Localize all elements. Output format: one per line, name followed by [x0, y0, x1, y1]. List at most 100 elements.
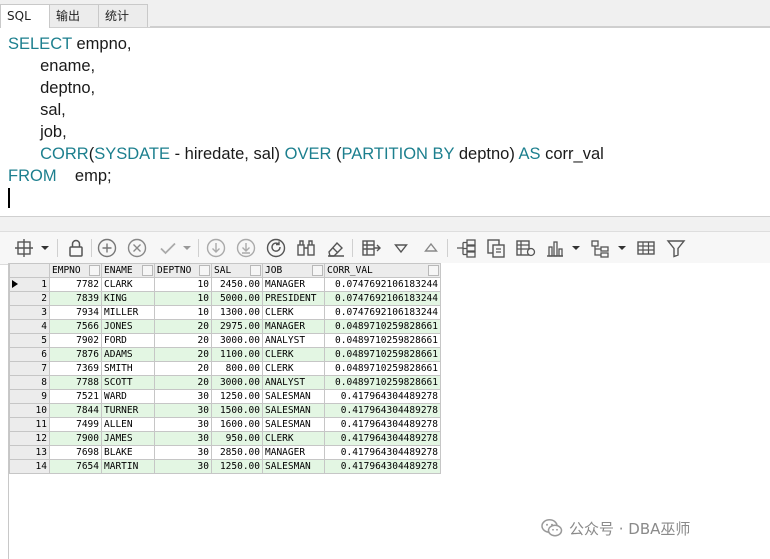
fetch-next-icon[interactable] — [204, 236, 228, 260]
table-row[interactable]: 14 7654 MARTIN 30 1250.00 SALESMAN 0.417964304… — [9, 459, 441, 474]
cell-corr-val[interactable]: 0.0747692106183244 — [324, 305, 441, 320]
filter-icon[interactable] — [664, 236, 688, 260]
clear-icon[interactable] — [324, 236, 348, 260]
row-number[interactable]: 1 — [9, 277, 50, 292]
row-number[interactable]: 13 — [9, 445, 50, 460]
cell-ename[interactable]: CLARK — [101, 277, 155, 292]
sort-asc-icon[interactable] — [419, 236, 443, 260]
table-row[interactable]: 8 7788 SCOTT 20 3000.00 ANALYST 0.048971025982… — [9, 375, 441, 390]
cell-job[interactable]: MANAGER — [262, 277, 325, 292]
cell-deptno[interactable]: 20 — [154, 333, 212, 348]
cell-sal[interactable]: 1250.00 — [211, 459, 263, 474]
cell-corr-val[interactable]: 0.0489710259828661 — [324, 375, 441, 390]
add-record-icon[interactable] — [95, 236, 119, 260]
column-filter-button[interactable] — [428, 265, 439, 276]
fetch-last-icon[interactable] — [234, 236, 258, 260]
sql-editor[interactable]: SELECT empno, ename, deptno, sal, job, C… — [0, 28, 770, 217]
table-row[interactable]: 3 7934 MILLER 10 1300.00 CLERK 0.0747692106183… — [9, 305, 441, 320]
row-number[interactable]: 9 — [9, 389, 50, 404]
cell-job[interactable]: CLERK — [262, 431, 325, 446]
cell-empno[interactable]: 7839 — [49, 291, 102, 306]
tab-statistics[interactable]: 统计 — [98, 4, 148, 27]
cell-corr-val[interactable]: 0.417964304489278 — [324, 403, 441, 418]
cell-sal[interactable]: 1600.00 — [211, 417, 263, 432]
cell-deptno[interactable]: 20 — [154, 319, 212, 334]
row-number[interactable]: 2 — [9, 291, 50, 306]
cell-sal[interactable]: 1300.00 — [211, 305, 263, 320]
cell-job[interactable]: ANALYST — [262, 333, 325, 348]
cell-deptno[interactable]: 20 — [154, 361, 212, 376]
chevron-down-icon[interactable] — [571, 237, 581, 259]
cell-empno[interactable]: 7566 — [49, 319, 102, 334]
cell-sal[interactable]: 2850.00 — [211, 445, 263, 460]
table-row[interactable]: 2 7839 KING 10 5000.00 PRESIDENT 0.07476921061… — [9, 291, 441, 306]
cell-empno[interactable]: 7844 — [49, 403, 102, 418]
cell-empno[interactable]: 7654 — [49, 459, 102, 474]
row-number[interactable]: 11 — [9, 417, 50, 432]
cell-deptno[interactable]: 30 — [154, 459, 212, 474]
group-icon[interactable] — [588, 236, 612, 260]
cell-deptno[interactable]: 10 — [154, 305, 212, 320]
cell-empno[interactable]: 7782 — [49, 277, 102, 292]
cell-empno[interactable]: 7876 — [49, 347, 102, 362]
copy-icon[interactable] — [484, 236, 508, 260]
cell-corr-val[interactable]: 0.0489710259828661 — [324, 347, 441, 362]
cell-sal[interactable]: 950.00 — [211, 431, 263, 446]
cell-job[interactable]: SALESMAN — [262, 417, 325, 432]
row-number[interactable]: 12 — [9, 431, 50, 446]
cell-deptno[interactable]: 30 — [154, 417, 212, 432]
column-filter-button[interactable] — [199, 265, 210, 276]
cell-corr-val[interactable]: 0.417964304489278 — [324, 459, 441, 474]
cell-empno[interactable]: 7499 — [49, 417, 102, 432]
cell-sal[interactable]: 3000.00 — [211, 333, 263, 348]
cell-job[interactable]: SALESMAN — [262, 459, 325, 474]
cell-deptno[interactable]: 30 — [154, 445, 212, 460]
cell-sal[interactable]: 1100.00 — [211, 347, 263, 362]
cell-ename[interactable]: ADAMS — [101, 347, 155, 362]
table-row[interactable]: 12 7900 JAMES 30 950.00 CLERK 0.41796430448927… — [9, 431, 441, 446]
tree-icon[interactable] — [454, 236, 478, 260]
column-filter-button[interactable] — [89, 265, 100, 276]
table-row[interactable]: 1 7782 CLARK 10 2450.00 MANAGER 0.074769210618… — [9, 277, 441, 292]
cell-job[interactable]: PRESIDENT — [262, 291, 325, 306]
post-edit-icon[interactable] — [156, 236, 180, 260]
cell-corr-val[interactable]: 0.0489710259828661 — [324, 361, 441, 376]
cell-ename[interactable]: SCOTT — [101, 375, 155, 390]
cell-corr-val[interactable]: 0.417964304489278 — [324, 445, 441, 460]
cell-empno[interactable]: 7934 — [49, 305, 102, 320]
cell-corr-val[interactable]: 0.0747692106183244 — [324, 277, 441, 292]
row-number[interactable]: 5 — [9, 333, 50, 348]
table-view-icon[interactable] — [634, 236, 658, 260]
cell-empno[interactable]: 7902 — [49, 333, 102, 348]
cell-sal[interactable]: 1250.00 — [211, 389, 263, 404]
cell-deptno[interactable]: 30 — [154, 403, 212, 418]
refresh-icon[interactable] — [264, 236, 288, 260]
print-icon[interactable] — [513, 236, 537, 260]
table-row[interactable]: 7 7369 SMITH 20 800.00 CLERK 0.048971025982866… — [9, 361, 441, 376]
row-number[interactable]: 14 — [9, 459, 50, 474]
table-row[interactable]: 6 7876 ADAMS 20 1100.00 CLERK 0.04897102598286… — [9, 347, 441, 362]
cell-job[interactable]: CLERK — [262, 347, 325, 362]
cell-job[interactable]: CLERK — [262, 361, 325, 376]
chevron-down-icon[interactable] — [182, 237, 192, 259]
export-icon[interactable] — [359, 236, 383, 260]
cell-job[interactable]: CLERK — [262, 305, 325, 320]
grid-menu-icon[interactable] — [12, 236, 36, 260]
cell-deptno[interactable]: 10 — [154, 277, 212, 292]
cell-job[interactable]: ANALYST — [262, 375, 325, 390]
row-number[interactable]: 7 — [9, 361, 50, 376]
result-grid[interactable]: EMPNO ENAME DEPTNO SAL JOB CORR_VAL 1 7782 CLAR… — [8, 263, 770, 559]
cell-empno[interactable]: 7900 — [49, 431, 102, 446]
row-number[interactable]: 6 — [9, 347, 50, 362]
tab-sql[interactable]: SQL — [0, 4, 50, 28]
cell-ename[interactable]: TURNER — [101, 403, 155, 418]
cell-deptno[interactable]: 20 — [154, 375, 212, 390]
cell-sal[interactable]: 800.00 — [211, 361, 263, 376]
cell-corr-val[interactable]: 0.417964304489278 — [324, 417, 441, 432]
row-number[interactable]: 3 — [9, 305, 50, 320]
cell-ename[interactable]: KING — [101, 291, 155, 306]
splitter[interactable] — [0, 217, 770, 231]
column-filter-button[interactable] — [142, 265, 153, 276]
cell-ename[interactable]: JONES — [101, 319, 155, 334]
column-header-ename[interactable]: ENAME — [101, 263, 155, 278]
